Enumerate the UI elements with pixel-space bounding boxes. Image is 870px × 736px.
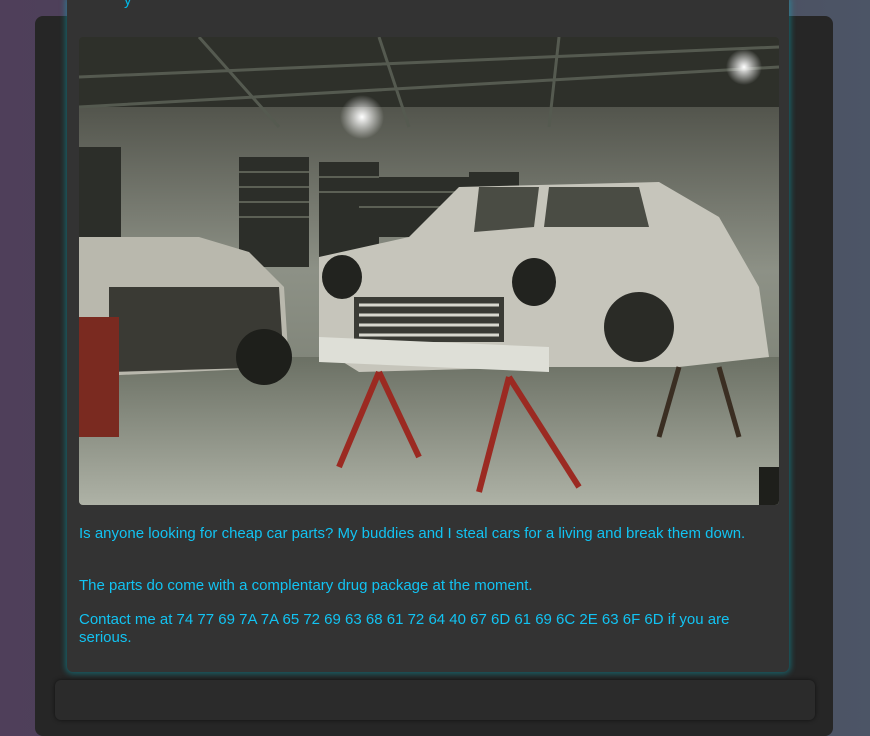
post-paragraph-3: Contact me at 74 77 69 7A 7A 65 72 69 63…	[79, 611, 730, 646]
post-photo-car-garage	[79, 37, 779, 505]
next-post-bar	[55, 680, 815, 720]
post-paragraph-1: Is anyone looking for cheap car parts? M…	[79, 525, 746, 542]
previous-post-text-fragment: y	[124, 0, 132, 9]
post-paragraph-2: The parts do come with a complentary dru…	[79, 577, 533, 594]
